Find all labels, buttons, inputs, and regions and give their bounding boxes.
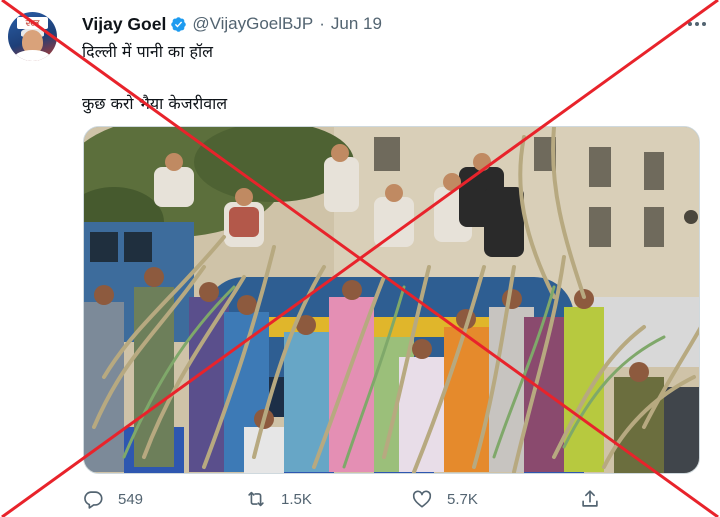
verified-badge-icon bbox=[170, 16, 187, 33]
retweet-button[interactable]: 1.5K bbox=[245, 484, 312, 514]
author-handle[interactable]: @VijayGoelBJP bbox=[192, 14, 313, 34]
like-count: 5.7K bbox=[447, 490, 478, 508]
author-name[interactable]: Vijay Goel bbox=[82, 14, 166, 35]
tweet-date[interactable]: Jun 19 bbox=[331, 14, 382, 34]
share-button[interactable] bbox=[579, 484, 601, 514]
avatar[interactable]: ਦਦਭ bbox=[8, 12, 57, 61]
avatar-shirt bbox=[14, 50, 51, 61]
retweet-count: 1.5K bbox=[281, 490, 312, 508]
tweet-text-line-1: दिल्ली में पानी का हॉल bbox=[82, 42, 213, 61]
avatar-logo: ਦਦਭ bbox=[17, 17, 48, 29]
reply-icon bbox=[84, 491, 103, 509]
share-icon bbox=[582, 490, 598, 507]
tweet-header: Vijay Goel @VijayGoelBJP · Jun 19 bbox=[82, 13, 382, 35]
like-button[interactable]: 5.7K bbox=[411, 484, 478, 514]
like-icon bbox=[412, 490, 432, 508]
retweet-icon bbox=[248, 491, 264, 507]
more-options-icon[interactable] bbox=[686, 14, 708, 34]
header-separator: · bbox=[319, 14, 325, 33]
tweet-text-line-2: कुछ करो भैया केजरीवाल bbox=[82, 94, 228, 113]
reply-button[interactable]: 549 bbox=[82, 484, 143, 514]
reply-count: 549 bbox=[118, 490, 144, 508]
crowd-water-tanker-image bbox=[84, 127, 699, 473]
tweet-actions-bar: 549 1.5K 5.7K bbox=[82, 484, 642, 514]
tweet-photo[interactable] bbox=[83, 126, 700, 474]
